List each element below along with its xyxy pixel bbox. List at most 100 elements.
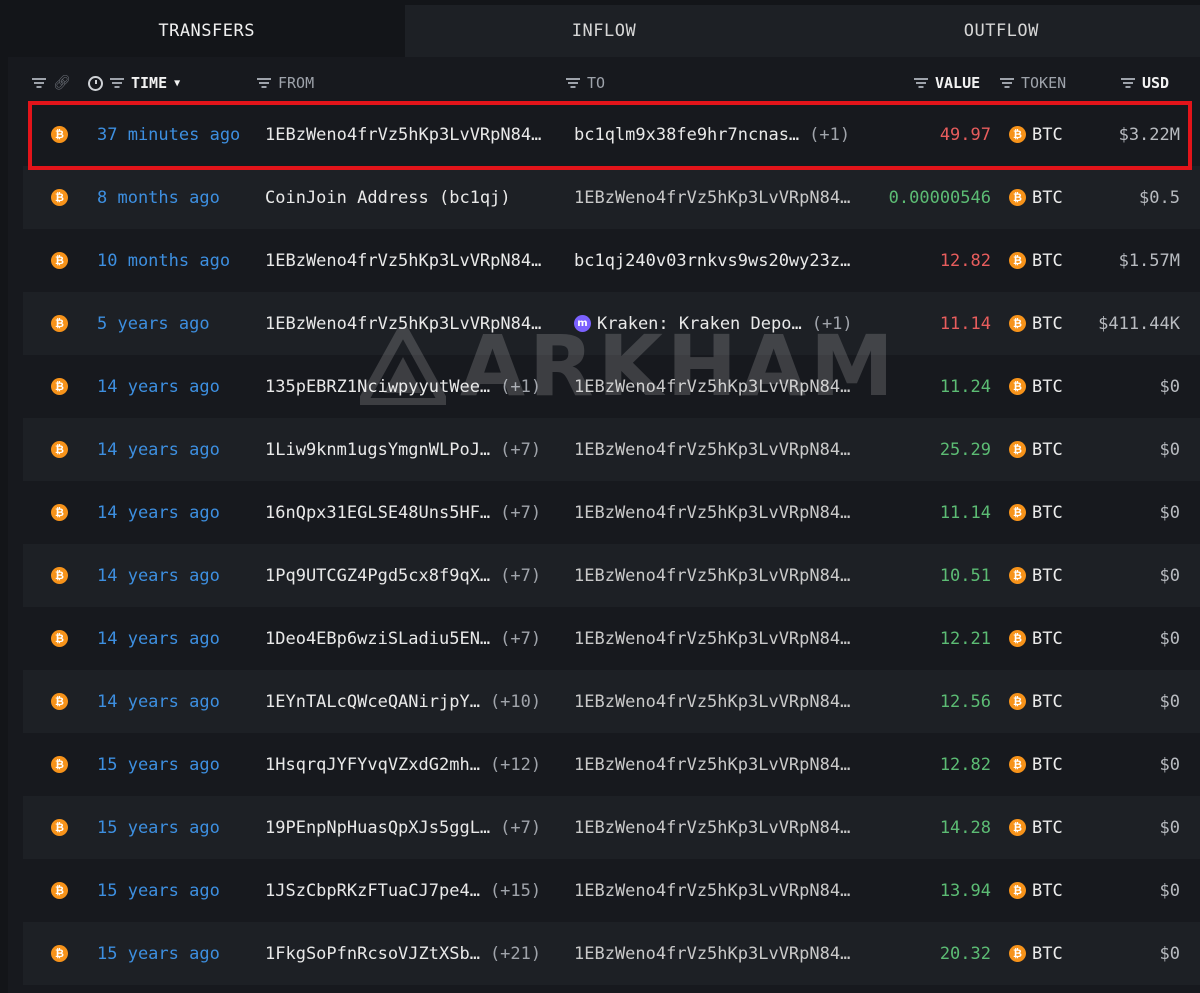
token-cell[interactable]: ₿ BTC	[1009, 607, 1063, 670]
to-extra-count[interactable]: (+1)	[809, 125, 850, 145]
token-cell[interactable]: ₿ BTC	[1009, 544, 1063, 607]
filter-icon[interactable]	[1000, 78, 1014, 88]
token-cell[interactable]: ₿ BTC	[1009, 355, 1063, 418]
from-extra-count[interactable]: (+10)	[490, 692, 541, 712]
token-cell[interactable]: ₿ BTC	[1009, 166, 1063, 229]
table-row[interactable]: ₿ 14 years ago 16nQpx31EGLSE48Uns5HF… (+7) 1…	[23, 481, 1200, 544]
from-address[interactable]: 1HsqrqJYFYvqVZxdG2mh…	[265, 755, 480, 775]
token-cell[interactable]: ₿ BTC	[1009, 229, 1063, 292]
tab-inflow[interactable]: INFLOW	[405, 5, 803, 57]
to-address[interactable]: 1EBzWeno4frVz5hKp3LvVRpN84…	[574, 818, 850, 838]
to-address[interactable]: 1EBzWeno4frVz5hKp3LvVRpN84…	[574, 377, 850, 397]
from-address[interactable]: 19PEnpNpHuasQpXJs5ggL…	[265, 818, 490, 838]
time-link[interactable]: 14 years ago	[97, 355, 220, 418]
from-extra-count[interactable]: (+1)	[500, 377, 541, 397]
time-link[interactable]: 15 years ago	[97, 922, 220, 985]
token-cell[interactable]: ₿ BTC	[1009, 418, 1063, 481]
time-link[interactable]: 14 years ago	[97, 607, 220, 670]
from-address[interactable]: CoinJoin Address (bc1qj)	[265, 188, 511, 208]
to-address[interactable]: bc1qj240v03rnkvs9ws20wy23z…	[574, 251, 850, 271]
table-row[interactable]: ₿ 15 years ago 1HsqrqJYFYvqVZxdG2mh… (+12) 1…	[23, 733, 1200, 796]
table-row[interactable]: ₿ 5 years ago 1EBzWeno4frVz5hKp3LvVRpN84… m…	[23, 292, 1200, 355]
time-link[interactable]: 14 years ago	[97, 418, 220, 481]
from-address[interactable]: 1EBzWeno4frVz5hKp3LvVRpN84…	[265, 314, 541, 334]
table-row[interactable]: ₿ 37 minutes ago 1EBzWeno4frVz5hKp3LvVRpN8…	[23, 103, 1200, 166]
to-address[interactable]: bc1qlm9x38fe9hr7ncnas…	[574, 125, 799, 145]
from-address[interactable]: 1EYnTALcQWceQANirjpY…	[265, 692, 480, 712]
to-address[interactable]: 1EBzWeno4frVz5hKp3LvVRpN84…	[574, 503, 850, 523]
table-row[interactable]: ₿ 8 months ago CoinJoin Address (bc1qj) 1EB…	[23, 166, 1200, 229]
from-extra-count[interactable]: (+7)	[500, 818, 541, 838]
time-link[interactable]: 14 years ago	[97, 481, 220, 544]
table-row[interactable]: ₿ 15 years ago 1FkgSoPfnRcsoVJZtXSb… (+21) 1…	[23, 922, 1200, 985]
to-address[interactable]: 1EBzWeno4frVz5hKp3LvVRpN84…	[574, 692, 850, 712]
token-cell[interactable]: ₿ BTC	[1009, 733, 1063, 796]
column-header-token[interactable]: TOKEN	[1000, 57, 1066, 109]
from-address[interactable]: 1Pq9UTCGZ4Pgd5cx8f9qX…	[265, 566, 490, 586]
from-extra-count[interactable]: (+7)	[500, 440, 541, 460]
from-extra-count[interactable]: (+7)	[500, 566, 541, 586]
time-link[interactable]: 8 months ago	[97, 166, 220, 229]
table-row[interactable]: ₿ 14 years ago 1EYnTALcQWceQANirjpY… (+10) 1…	[23, 670, 1200, 733]
to-address[interactable]: Kraken: Kraken Depo…	[597, 314, 802, 334]
table-row[interactable]: ₿ 14 years ago 1Pq9UTCGZ4Pgd5cx8f9qX… (+7) 1…	[23, 544, 1200, 607]
to-address[interactable]: 1EBzWeno4frVz5hKp3LvVRpN84…	[574, 944, 850, 964]
sort-desc-icon[interactable]: ▼	[174, 78, 180, 89]
table-row[interactable]: ₿ 15 years ago 19PEnpNpHuasQpXJs5ggL… (+7) 1…	[23, 796, 1200, 859]
from-extra-count[interactable]: (+7)	[500, 503, 541, 523]
from-address[interactable]: 1EBzWeno4frVz5hKp3LvVRpN84…	[265, 251, 541, 271]
filter-icon[interactable]	[1121, 78, 1135, 88]
to-address[interactable]: 1EBzWeno4frVz5hKp3LvVRpN84…	[574, 566, 850, 586]
from-address[interactable]: 1Deo4EBp6wziSLadiu5EN…	[265, 629, 490, 649]
to-address[interactable]: 1EBzWeno4frVz5hKp3LvVRpN84…	[574, 188, 850, 208]
tab-outflow[interactable]: OUTFLOW	[802, 5, 1200, 57]
from-extra-count[interactable]: (+15)	[490, 881, 541, 901]
filter-icon[interactable]	[110, 78, 124, 88]
from-address[interactable]: 16nQpx31EGLSE48Uns5HF…	[265, 503, 490, 523]
table-row[interactable]: ₿ 10 months ago 1EBzWeno4frVz5hKp3LvVRpN84…	[23, 229, 1200, 292]
table-row[interactable]: ₿ 14 years ago 1Deo4EBp6wziSLadiu5EN… (+7) 1…	[23, 607, 1200, 670]
tab-transfers[interactable]: TRANSFERS	[8, 5, 406, 57]
time-link[interactable]: 15 years ago	[97, 859, 220, 922]
from-address[interactable]: 1Liw9knm1ugsYmgnWLPoJ…	[265, 440, 490, 460]
time-link[interactable]: 10 months ago	[97, 229, 230, 292]
column-header-from[interactable]: FROM	[257, 57, 314, 109]
token-cell[interactable]: ₿ BTC	[1009, 103, 1063, 166]
from-address[interactable]: 135pEBRZ1NciwpyyutWee…	[265, 377, 490, 397]
token-cell[interactable]: ₿ BTC	[1009, 292, 1063, 355]
filter-icon[interactable]	[914, 78, 928, 88]
time-link[interactable]: 14 years ago	[97, 670, 220, 733]
column-header-value[interactable]: VALUE	[914, 57, 980, 109]
token-cell[interactable]: ₿ BTC	[1009, 670, 1063, 733]
to-extra-count[interactable]: (+1)	[812, 314, 853, 334]
link-icon[interactable]: 🔗︎	[53, 75, 71, 91]
from-address[interactable]: 1JSzCbpRKzFTuaCJ7pe4…	[265, 881, 480, 901]
to-address[interactable]: 1EBzWeno4frVz5hKp3LvVRpN84…	[574, 629, 850, 649]
filter-icon[interactable]	[566, 78, 580, 88]
time-link[interactable]: 5 years ago	[97, 292, 210, 355]
to-address[interactable]: 1EBzWeno4frVz5hKp3LvVRpN84…	[574, 881, 850, 901]
time-link[interactable]: 15 years ago	[97, 796, 220, 859]
time-link[interactable]: 37 minutes ago	[97, 103, 240, 166]
filter-icon[interactable]	[32, 78, 46, 88]
from-address[interactable]: 1EBzWeno4frVz5hKp3LvVRpN84…	[265, 125, 541, 145]
from-extra-count[interactable]: (+21)	[490, 944, 541, 964]
column-header-usd[interactable]: USD	[1121, 57, 1169, 109]
token-cell[interactable]: ₿ BTC	[1009, 796, 1063, 859]
table-row[interactable]: ₿ 14 years ago 135pEBRZ1NciwpyyutWee… (+1) 1…	[23, 355, 1200, 418]
token-cell[interactable]: ₿ BTC	[1009, 922, 1063, 985]
column-header-to[interactable]: TO	[566, 57, 605, 109]
time-link[interactable]: 15 years ago	[97, 733, 220, 796]
token-cell[interactable]: ₿ BTC	[1009, 481, 1063, 544]
to-address[interactable]: 1EBzWeno4frVz5hKp3LvVRpN84…	[574, 755, 850, 775]
from-address[interactable]: 1FkgSoPfnRcsoVJZtXSb…	[265, 944, 480, 964]
filter-icon[interactable]	[257, 78, 271, 88]
from-extra-count[interactable]: (+7)	[500, 629, 541, 649]
table-row[interactable]: ₿ 14 years ago 1Liw9knm1ugsYmgnWLPoJ… (+7) 1…	[23, 418, 1200, 481]
from-extra-count[interactable]: (+12)	[490, 755, 541, 775]
token-cell[interactable]: ₿ BTC	[1009, 859, 1063, 922]
table-row[interactable]: ₿ 15 years ago 1JSzCbpRKzFTuaCJ7pe4… (+15) 1…	[23, 859, 1200, 922]
to-address[interactable]: 1EBzWeno4frVz5hKp3LvVRpN84…	[574, 440, 850, 460]
column-header-time[interactable]: TIME ▼	[88, 57, 180, 109]
time-link[interactable]: 14 years ago	[97, 544, 220, 607]
